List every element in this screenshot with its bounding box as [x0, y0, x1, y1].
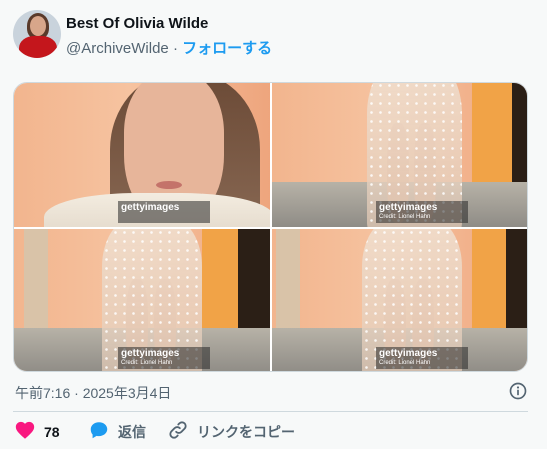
divider: [13, 411, 528, 412]
tweet-card: Best Of Olivia Wilde @ArchiveWilde · フォロ…: [0, 0, 547, 449]
getty-watermark: gettyimages Credit: Lionel Hahn: [376, 201, 468, 223]
watermark-credit: Credit: Lionel Hahn: [379, 214, 431, 220]
speech-bubble-icon: [88, 419, 110, 446]
follow-button[interactable]: フォローする: [182, 40, 272, 57]
media-photo-2[interactable]: gettyimages Credit: Lionel Hahn: [272, 83, 527, 227]
getty-watermark: gettyimages Credit: Lionel Hahn: [376, 347, 468, 369]
getty-watermark: gettyimages: [118, 201, 210, 223]
author-handle[interactable]: @ArchiveWilde: [66, 40, 169, 57]
media-grid: gettyimages gettyimages Credit: Lionel H…: [13, 82, 528, 372]
media-photo-1[interactable]: gettyimages: [14, 83, 270, 227]
reply-button[interactable]: 返信: [88, 421, 146, 443]
separator-dot: ·: [172, 40, 183, 57]
copy-link-label: リンクをコピー: [197, 424, 295, 440]
author-name[interactable]: Best Of Olivia Wilde: [66, 15, 208, 32]
like-button[interactable]: 78: [14, 421, 60, 443]
copy-link-button[interactable]: リンクをコピー: [167, 419, 295, 446]
media-photo-3[interactable]: gettyimages Credit: Lionel Hahn: [14, 229, 270, 371]
getty-watermark: gettyimages Credit: Lionel Hahn: [118, 347, 210, 369]
media-photo-4[interactable]: gettyimages Credit: Lionel Hahn: [272, 229, 527, 371]
link-icon: [167, 419, 189, 446]
info-icon[interactable]: [508, 381, 528, 401]
avatar[interactable]: [13, 10, 61, 58]
heart-icon: [14, 419, 36, 446]
reply-label: 返信: [118, 424, 146, 440]
tweet-timestamp[interactable]: 午前7:16 · 2025年3月4日: [15, 383, 171, 403]
author-handle-row: @ArchiveWilde · フォローする: [66, 37, 272, 58]
like-count: 78: [44, 424, 60, 440]
watermark-brand: gettyimages: [121, 202, 180, 213]
